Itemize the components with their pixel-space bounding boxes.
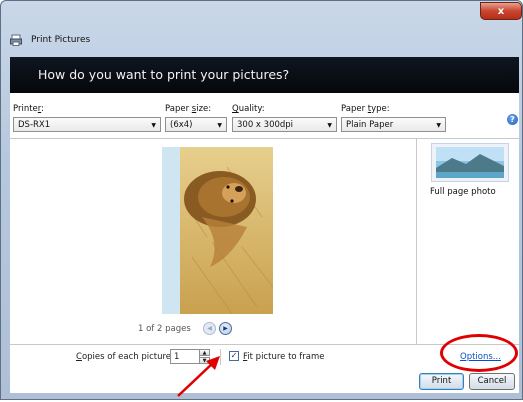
printer-label: Printer: (13, 104, 45, 114)
quality-label: Quality: (232, 104, 265, 114)
header-question: How do you want to print your pictures? (38, 67, 290, 82)
help-icon[interactable]: ? (507, 114, 518, 125)
quality-select[interactable]: 300 x 300dpi ▼ (232, 117, 337, 132)
printer-app-icon (10, 34, 22, 46)
dropdown-arrow-icon: ▼ (217, 122, 222, 129)
previous-page-button[interactable]: ◀ (203, 322, 216, 335)
page-count: 1 of 2 pages (138, 324, 191, 334)
layout-label: Full page photo (430, 187, 496, 197)
lion-photo-preview (162, 147, 273, 314)
window-title: Print Pictures (31, 35, 91, 45)
paper-type-value: Plain Paper (346, 120, 394, 130)
fit-picture-checkbox[interactable]: ✓ (229, 351, 239, 361)
dropdown-arrow-icon: ▼ (436, 122, 441, 129)
title-bar[interactable]: Print Pictures x (1, 1, 523, 53)
close-button[interactable]: x (480, 2, 522, 20)
arrow-right-icon: ▶ (223, 325, 228, 332)
layout-item-full-page[interactable] (431, 143, 509, 182)
cancel-button[interactable]: Cancel (469, 373, 515, 390)
dropdown-arrow-icon: ▼ (151, 122, 156, 129)
highlight-circle-annotation (440, 334, 518, 372)
paper-size-label: Paper size: (165, 104, 212, 114)
dropdown-arrow-icon: ▼ (327, 122, 332, 129)
fit-picture-label: Fit picture to frame (243, 352, 325, 362)
layout-list[interactable]: Full page photo (417, 138, 519, 344)
preview-pane: 1 of 2 pages ◀ ▶ (10, 138, 417, 344)
red-arrow-annotation (177, 356, 220, 397)
printer-value: DS-RX1 (18, 120, 51, 130)
paper-type-select[interactable]: Plain Paper ▼ (341, 117, 446, 132)
copies-label: Copies of each picture: (76, 352, 174, 362)
close-icon: x (497, 5, 505, 17)
print-pictures-window: Print Pictures x How do you want to prin… (0, 0, 523, 400)
dialog-header: How do you want to print your pictures? (10, 57, 519, 93)
landscape-thumbnail (436, 147, 504, 178)
arrow-left-icon: ◀ (207, 325, 212, 332)
paper-size-value: (6x4) (170, 120, 193, 130)
paper-type-label: Paper type: (341, 104, 390, 114)
paper-size-select[interactable]: (6x4) ▼ (165, 117, 227, 132)
print-button[interactable]: Print (419, 373, 464, 390)
quality-value: 300 x 300dpi (237, 120, 294, 130)
lion-image (180, 147, 273, 314)
next-page-button[interactable]: ▶ (219, 322, 232, 335)
printer-select[interactable]: DS-RX1 ▼ (13, 117, 161, 132)
